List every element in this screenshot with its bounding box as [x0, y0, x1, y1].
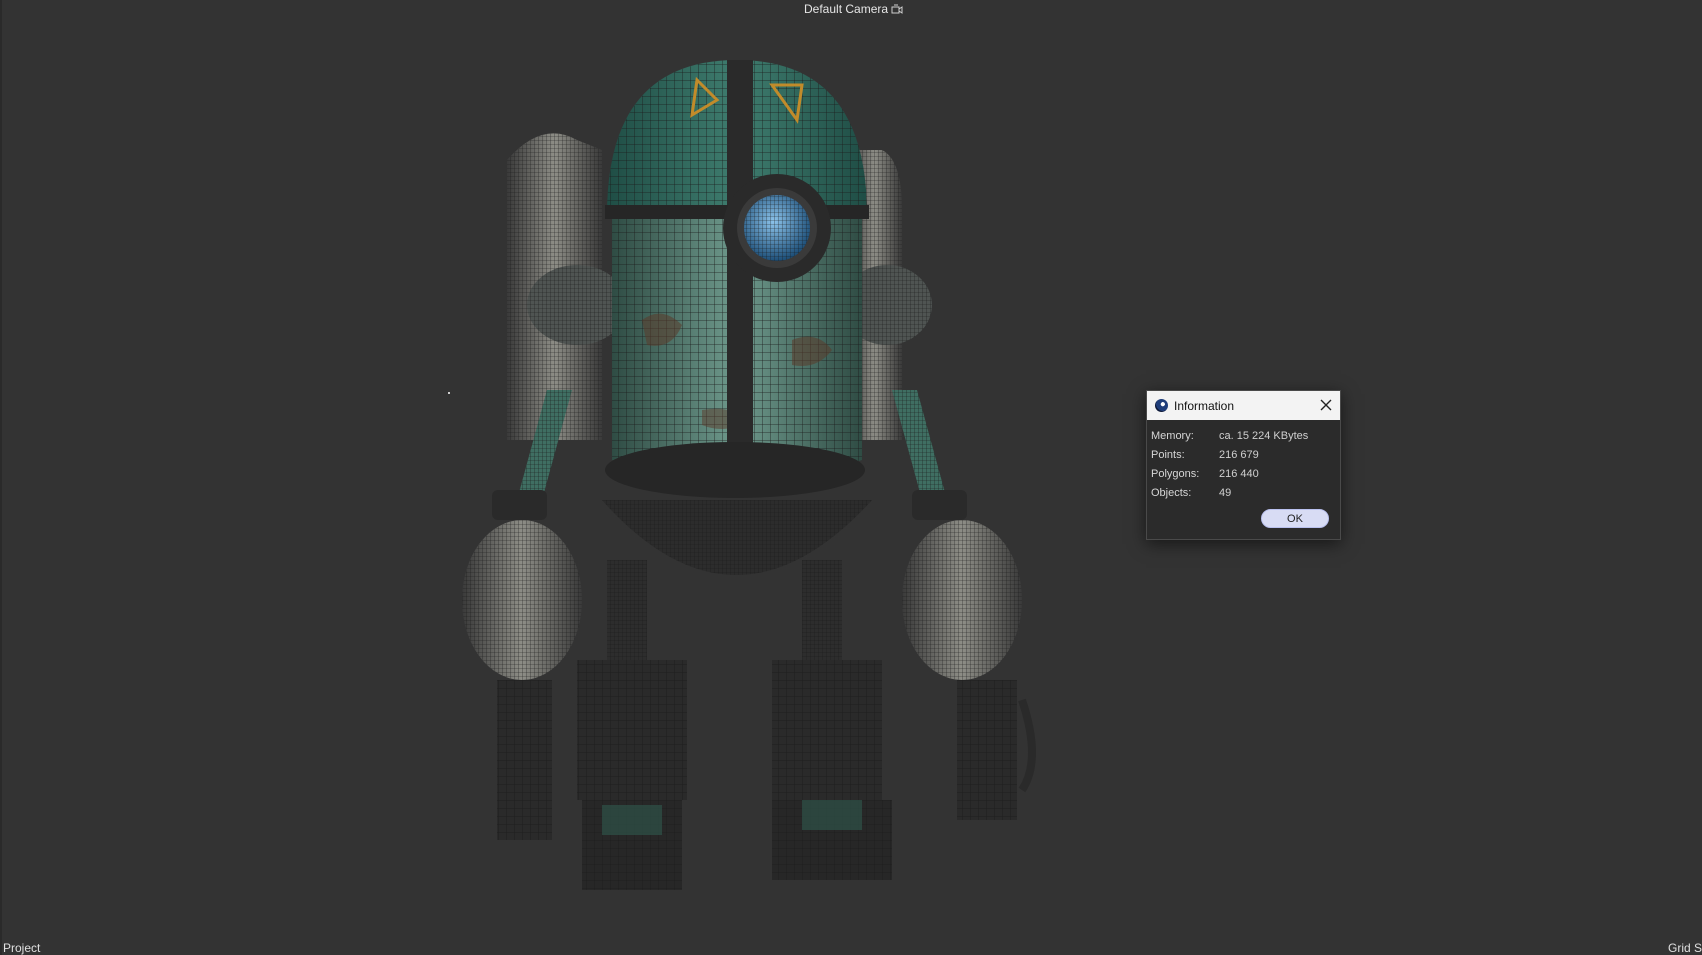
information-dialog: Information Memory: ca. 15 224 KBytes Po… [1146, 390, 1341, 540]
3d-viewport[interactable]: Default Camera Project Grid Sp Informati… [0, 0, 1702, 955]
info-row-polygons: Polygons: 216 440 [1151, 464, 1336, 483]
info-row-objects: Objects: 49 [1151, 483, 1336, 502]
arm-left [462, 390, 582, 840]
info-label: Objects: [1151, 486, 1192, 499]
dialog-body: Memory: ca. 15 224 KBytes Points: 216 67… [1147, 420, 1340, 502]
info-label: Polygons: [1151, 467, 1200, 480]
info-label: Memory: [1151, 429, 1194, 442]
dialog-title: Information [1174, 398, 1235, 413]
camera-switch-icon[interactable] [891, 4, 903, 14]
leg-left [577, 560, 687, 890]
robot-eye [723, 174, 831, 282]
info-value: 49 [1219, 486, 1232, 499]
info-label: Points: [1151, 448, 1185, 461]
cinema4d-logo-icon [1155, 399, 1168, 412]
dialog-titlebar[interactable]: Information [1147, 391, 1340, 420]
close-icon[interactable] [1318, 397, 1334, 413]
robot-body [602, 215, 872, 575]
hud-grid-spacing-label: Grid Sp [1668, 941, 1702, 955]
robot-model-render[interactable] [2, 0, 1702, 955]
info-row-memory: Memory: ca. 15 224 KBytes [1151, 426, 1336, 445]
ok-button[interactable]: OK [1261, 509, 1329, 528]
camera-name: Default Camera [804, 2, 889, 16]
viewport-marker [448, 392, 450, 394]
camera-label[interactable]: Default Camera [804, 2, 903, 16]
info-value: 216 440 [1219, 467, 1259, 480]
info-row-points: Points: 216 679 [1151, 445, 1336, 464]
info-value: 216 679 [1219, 448, 1259, 461]
arm-right [892, 390, 1036, 820]
info-value: ca. 15 224 KBytes [1219, 429, 1309, 442]
hud-project-label: Project [3, 941, 41, 955]
leg-right [772, 560, 892, 880]
